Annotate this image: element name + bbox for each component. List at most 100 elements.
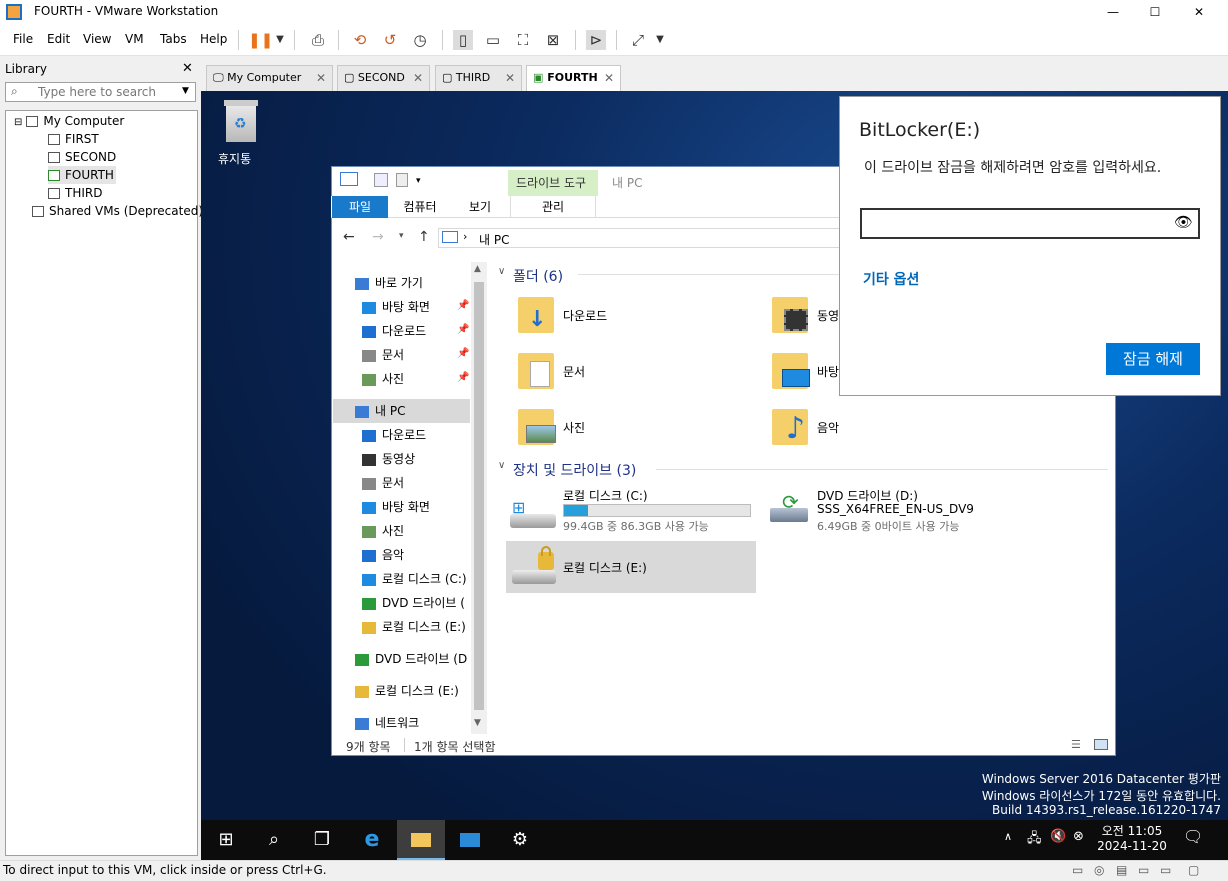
unity-icon[interactable]: ⊠ — [543, 30, 563, 50]
sound-status-icon[interactable]: ▭ — [1160, 863, 1171, 877]
start-icon[interactable]: ⊞ — [202, 820, 250, 860]
show-library-icon[interactable]: ▯ — [453, 30, 473, 50]
folder-documents[interactable] — [518, 353, 554, 389]
password-input[interactable]: 👁 — [860, 208, 1200, 239]
folder-pictures[interactable] — [518, 409, 556, 445]
notification-icon[interactable]: 🗨 — [1183, 827, 1203, 846]
library-close-button[interactable]: ✕ — [182, 61, 193, 76]
pause-icon[interactable]: ❚❚ — [248, 30, 273, 50]
tree-item-fourth[interactable]: FOURTH — [48, 166, 116, 184]
nav-item[interactable]: 문서 — [362, 343, 470, 367]
library-search-field[interactable]: ⌕ Type here to search ▼ — [5, 82, 196, 102]
network-status-icon[interactable]: ▤ — [1116, 863, 1127, 877]
scroll-up-icon[interactable]: ▲ — [474, 264, 481, 274]
folder-desktop[interactable] — [772, 353, 810, 389]
search-icon[interactable]: ⌕ — [250, 820, 298, 860]
nav-item[interactable]: 네트워크 — [355, 711, 470, 735]
nav-item[interactable]: DVD 드라이브 (D — [355, 647, 470, 671]
nav-item[interactable]: 로컬 디스크 (E:) — [355, 679, 470, 703]
taskbar-date[interactable]: 2024-11-20 — [1092, 839, 1172, 853]
folder-music[interactable]: ♪ — [772, 409, 808, 446]
menu-view[interactable]: View — [83, 32, 111, 46]
chevron-down-icon[interactable]: ▾ — [399, 231, 404, 241]
collapse-icon[interactable]: ⊟ — [14, 117, 22, 128]
tree-item-shared-vms[interactable]: Shared VMs (Deprecated) — [32, 202, 203, 220]
collapse-icon[interactable]: ∨ — [498, 460, 505, 471]
show-hidden-icons[interactable]: ∧ — [1004, 830, 1012, 843]
up-arrow-icon[interactable]: ↑ — [418, 229, 430, 245]
usb-status-icon[interactable]: ▭ — [1138, 863, 1149, 877]
chevron-down-icon[interactable]: ▾ — [416, 176, 421, 186]
chevron-down-icon[interactable]: ▼ — [650, 30, 670, 50]
task-view-icon[interactable]: ❐ — [298, 820, 346, 860]
tab-view[interactable]: 보기 — [452, 196, 508, 218]
tab-manage[interactable]: 관리 — [510, 196, 596, 218]
console-view-icon[interactable]: ⊳ — [586, 30, 606, 50]
properties-icon[interactable] — [374, 173, 388, 187]
server-manager-icon[interactable] — [446, 820, 494, 860]
tree-item-third[interactable]: THIRD — [48, 184, 102, 202]
nav-item[interactable]: 사진 — [362, 519, 470, 543]
nav-item[interactable]: 바탕 화면 — [362, 295, 470, 319]
thumbnail-bar-icon[interactable]: ▭ — [483, 30, 503, 50]
back-arrow-icon[interactable]: ← — [343, 229, 355, 245]
tab-second[interactable]: ▢ SECOND ✕ — [337, 65, 430, 91]
hard-disk-status-icon[interactable]: ▭ — [1072, 863, 1083, 877]
settings-icon[interactable]: ⚙ — [496, 820, 544, 860]
full-screen-icon[interactable]: ⛶ — [513, 30, 533, 50]
chevron-down-icon[interactable]: ▼ — [270, 30, 290, 50]
details-view-icon[interactable]: ☰ — [1071, 738, 1081, 751]
menu-edit[interactable]: Edit — [47, 32, 70, 46]
maximize-button[interactable]: ☐ — [1132, 0, 1178, 24]
new-folder-icon[interactable] — [396, 173, 408, 187]
dvd-drive-icon[interactable]: ⟳ — [770, 490, 810, 524]
tab-fourth[interactable]: ▣ FOURTH ✕ — [526, 65, 621, 91]
nav-item[interactable]: 다운로드 — [362, 423, 470, 447]
menu-file[interactable]: File — [13, 32, 33, 46]
tab-third[interactable]: ▢ THIRD ✕ — [435, 65, 522, 91]
nav-item[interactable]: 문서 — [362, 471, 470, 495]
send-keys-icon[interactable]: ⎙ — [308, 30, 328, 50]
reveal-password-icon[interactable]: 👁 — [1174, 213, 1193, 231]
tab-my-computer[interactable]: 🖵 My Computer ✕ — [206, 65, 333, 91]
nav-item[interactable]: 내 PC — [333, 399, 470, 423]
folder-downloads[interactable]: ↓ — [518, 297, 554, 333]
nav-item[interactable]: DVD 드라이브 ( — [362, 591, 470, 615]
error-icon[interactable]: ⊗ — [1073, 829, 1084, 844]
collapse-icon[interactable]: ∨ — [498, 266, 505, 277]
tree-item-my-computer[interactable]: ⊟ My Computer — [14, 112, 124, 130]
scroll-thumb[interactable] — [474, 282, 484, 710]
large-icons-view-icon[interactable] — [1094, 739, 1108, 750]
forward-arrow-icon[interactable]: → — [372, 229, 384, 245]
nav-item[interactable]: 로컬 디스크 (C:) — [362, 567, 470, 591]
menu-vm[interactable]: VM — [125, 32, 144, 46]
snapshot-manager-icon[interactable]: ◷ — [410, 30, 430, 50]
tab-file[interactable]: 파일 — [332, 196, 388, 218]
stretch-icon[interactable]: ⤢ — [628, 30, 648, 50]
scroll-down-icon[interactable]: ▼ — [474, 718, 481, 728]
nav-scrollbar[interactable]: ▲ ▼ — [471, 262, 487, 734]
unlock-button[interactable]: 잠금 해제 — [1106, 343, 1200, 375]
drives-header[interactable]: 장치 및 드라이브 (3) — [513, 460, 636, 480]
taskbar-time[interactable]: 오전 11:05 — [1092, 822, 1172, 839]
recycle-bin-icon[interactable]: ♻ — [222, 100, 260, 142]
nav-item[interactable]: 음악 — [362, 543, 470, 567]
chevron-down-icon[interactable]: ▼ — [182, 86, 189, 96]
internet-explorer-icon[interactable]: e — [348, 820, 396, 860]
tree-item-first[interactable]: FIRST — [48, 130, 99, 148]
folder-videos[interactable] — [772, 297, 808, 333]
menu-tabs[interactable]: Tabs — [160, 32, 187, 46]
more-options-link[interactable]: 기타 옵션 — [863, 269, 919, 289]
nav-item[interactable]: 바로 가기 — [355, 271, 470, 295]
tree-item-second[interactable]: SECOND — [48, 148, 116, 166]
address-bar[interactable]: › 내 PC — [438, 228, 840, 248]
tab-computer[interactable]: 컴퓨터 — [392, 196, 448, 218]
volume-muted-icon[interactable]: 🔇 — [1050, 829, 1066, 844]
file-explorer-icon[interactable] — [397, 820, 445, 860]
revert-snapshot-icon[interactable]: ↺ — [380, 30, 400, 50]
nav-item[interactable]: 다운로드 — [362, 319, 470, 343]
menu-help[interactable]: Help — [200, 32, 227, 46]
minimize-button[interactable]: — — [1090, 0, 1136, 24]
close-button[interactable]: ✕ — [1176, 0, 1222, 24]
nav-item[interactable]: 사진 — [362, 367, 470, 391]
